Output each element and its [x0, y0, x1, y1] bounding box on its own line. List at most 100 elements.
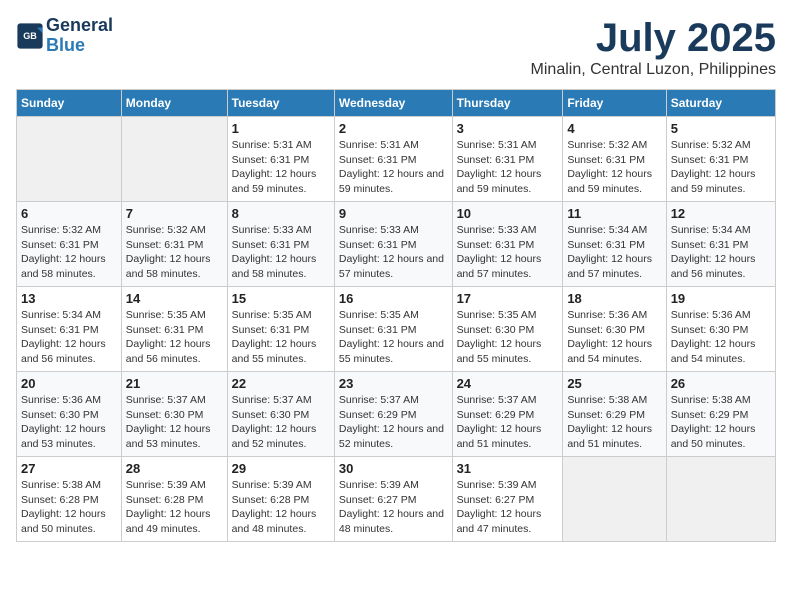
calendar-cell: 5Sunrise: 5:32 AMSunset: 6:31 PMDaylight… [666, 117, 775, 202]
day-number: 14 [126, 291, 223, 306]
day-number: 6 [21, 206, 117, 221]
logo-line2: Blue [46, 36, 113, 56]
day-number: 27 [21, 461, 117, 476]
day-number: 17 [457, 291, 559, 306]
calendar-cell: 23Sunrise: 5:37 AMSunset: 6:29 PMDayligh… [334, 372, 452, 457]
logo-line1: General [46, 16, 113, 36]
day-number: 1 [232, 121, 330, 136]
day-info: Sunrise: 5:39 AMSunset: 6:27 PMDaylight:… [457, 478, 559, 537]
calendar-cell: 1 Sunrise: 5:31 AMSunset: 6:31 PMDaylight… [227, 117, 334, 202]
calendar-cell [121, 117, 227, 202]
day-number: 5 [671, 121, 771, 136]
calendar-week-row: 13Sunrise: 5:34 AMSunset: 6:31 PMDayligh… [17, 287, 776, 372]
day-info: Sunrise: 5:32 AMSunset: 6:31 PMDaylight:… [126, 223, 223, 282]
day-info: Sunrise: 5:37 AMSunset: 6:30 PMDaylight:… [232, 393, 330, 452]
col-wednesday: Wednesday [334, 90, 452, 117]
calendar-cell: 13Sunrise: 5:34 AMSunset: 6:31 PMDayligh… [17, 287, 122, 372]
day-info: Sunrise: 5:36 AMSunset: 6:30 PMDaylight:… [21, 393, 117, 452]
day-info: Sunrise: 5:33 AMSunset: 6:31 PMDaylight:… [457, 223, 559, 282]
calendar-cell [666, 457, 775, 542]
calendar-cell: 21Sunrise: 5:37 AMSunset: 6:30 PMDayligh… [121, 372, 227, 457]
col-thursday: Thursday [452, 90, 563, 117]
calendar-cell: 31 Sunrise: 5:39 AMSunset: 6:27 PMDayligh… [452, 457, 563, 542]
day-info: Sunrise: 5:36 AMSunset: 6:30 PMDaylight:… [671, 308, 771, 367]
day-number: 2 [339, 121, 448, 136]
calendar-cell: 2 Sunrise: 5:31 AMSunset: 6:31 PMDaylight… [334, 117, 452, 202]
calendar-cell: 22Sunrise: 5:37 AMSunset: 6:30 PMDayligh… [227, 372, 334, 457]
day-number: 4 [567, 121, 661, 136]
day-number: 24 [457, 376, 559, 391]
calendar-table: Sunday Monday Tuesday Wednesday Thursday… [16, 89, 776, 542]
day-info: Sunrise: 5:35 AMSunset: 6:31 PMDaylight:… [232, 308, 330, 367]
page-header: GB General Blue July 2025 Minalin, Centr… [16, 16, 776, 79]
day-info: Sunrise: 5:35 AMSunset: 6:31 PMDaylight:… [126, 308, 223, 367]
col-sunday: Sunday [17, 90, 122, 117]
calendar-cell: 28 Sunrise: 5:39 AMSunset: 6:28 PMDayligh… [121, 457, 227, 542]
calendar-cell: 20 Sunrise: 5:36 AMSunset: 6:30 PMDayligh… [17, 372, 122, 457]
day-info: Sunrise: 5:34 AMSunset: 6:31 PMDaylight:… [567, 223, 661, 282]
day-info: Sunrise: 5:38 AMSunset: 6:28 PMDaylight:… [21, 478, 117, 537]
calendar-cell: 3 Sunrise: 5:31 AMSunset: 6:31 PMDaylight… [452, 117, 563, 202]
day-number: 18 [567, 291, 661, 306]
calendar-cell: 15 Sunrise: 5:35 AMSunset: 6:31 PMDayligh… [227, 287, 334, 372]
day-number: 8 [232, 206, 330, 221]
calendar-cell: 24Sunrise: 5:37 AMSunset: 6:29 PMDayligh… [452, 372, 563, 457]
day-number: 9 [339, 206, 448, 221]
day-number: 28 [126, 461, 223, 476]
calendar-week-row: 27 Sunrise: 5:38 AMSunset: 6:28 PMDayligh… [17, 457, 776, 542]
calendar-cell: 12Sunrise: 5:34 AMSunset: 6:31 PMDayligh… [666, 202, 775, 287]
location-title: Minalin, Central Luzon, Philippines [531, 61, 776, 79]
day-info: Sunrise: 5:35 AMSunset: 6:30 PMDaylight:… [457, 308, 559, 367]
calendar-cell: 29 Sunrise: 5:39 AMSunset: 6:28 PMDayligh… [227, 457, 334, 542]
day-info: Sunrise: 5:39 AMSunset: 6:28 PMDaylight:… [126, 478, 223, 537]
calendar-cell [17, 117, 122, 202]
calendar-cell: 18 Sunrise: 5:36 AMSunset: 6:30 PMDayligh… [563, 287, 666, 372]
calendar-cell: 14 Sunrise: 5:35 AMSunset: 6:31 PMDayligh… [121, 287, 227, 372]
title-area: July 2025 Minalin, Central Luzon, Philip… [531, 16, 776, 79]
day-number: 13 [21, 291, 117, 306]
calendar-cell [563, 457, 666, 542]
day-number: 26 [671, 376, 771, 391]
day-info: Sunrise: 5:39 AMSunset: 6:27 PMDaylight:… [339, 478, 448, 537]
day-number: 25 [567, 376, 661, 391]
day-info: Sunrise: 5:35 AMSunset: 6:31 PMDaylight:… [339, 308, 448, 367]
day-info: Sunrise: 5:39 AMSunset: 6:28 PMDaylight:… [232, 478, 330, 537]
calendar-cell: 17 Sunrise: 5:35 AMSunset: 6:30 PMDayligh… [452, 287, 563, 372]
day-number: 11 [567, 206, 661, 221]
calendar-cell: 26 Sunrise: 5:38 AMSunset: 6:29 PMDayligh… [666, 372, 775, 457]
day-info: Sunrise: 5:38 AMSunset: 6:29 PMDaylight:… [567, 393, 661, 452]
day-number: 20 [21, 376, 117, 391]
calendar-cell: 4 Sunrise: 5:32 AMSunset: 6:31 PMDaylight… [563, 117, 666, 202]
day-number: 16 [339, 291, 448, 306]
calendar-cell: 10Sunrise: 5:33 AMSunset: 6:31 PMDayligh… [452, 202, 563, 287]
logo: GB General Blue [16, 16, 113, 56]
col-monday: Monday [121, 90, 227, 117]
calendar-cell: 7Sunrise: 5:32 AMSunset: 6:31 PMDaylight… [121, 202, 227, 287]
col-saturday: Saturday [666, 90, 775, 117]
day-number: 15 [232, 291, 330, 306]
calendar-cell: 19Sunrise: 5:36 AMSunset: 6:30 PMDayligh… [666, 287, 775, 372]
calendar-week-row: 6 Sunrise: 5:32 AMSunset: 6:31 PMDaylight… [17, 202, 776, 287]
calendar-cell: 30Sunrise: 5:39 AMSunset: 6:27 PMDayligh… [334, 457, 452, 542]
day-info: Sunrise: 5:31 AMSunset: 6:31 PMDaylight:… [232, 138, 330, 197]
day-info: Sunrise: 5:31 AMSunset: 6:31 PMDaylight:… [339, 138, 448, 197]
calendar-header-row: Sunday Monday Tuesday Wednesday Thursday… [17, 90, 776, 117]
day-info: Sunrise: 5:32 AMSunset: 6:31 PMDaylight:… [567, 138, 661, 197]
day-number: 29 [232, 461, 330, 476]
calendar-cell: 27 Sunrise: 5:38 AMSunset: 6:28 PMDayligh… [17, 457, 122, 542]
month-title: July 2025 [531, 16, 776, 61]
calendar-week-row: 1 Sunrise: 5:31 AMSunset: 6:31 PMDaylight… [17, 117, 776, 202]
calendar-week-row: 20 Sunrise: 5:36 AMSunset: 6:30 PMDayligh… [17, 372, 776, 457]
day-number: 3 [457, 121, 559, 136]
calendar-cell: 16 Sunrise: 5:35 AMSunset: 6:31 PMDayligh… [334, 287, 452, 372]
day-info: Sunrise: 5:31 AMSunset: 6:31 PMDaylight:… [457, 138, 559, 197]
col-tuesday: Tuesday [227, 90, 334, 117]
day-info: Sunrise: 5:36 AMSunset: 6:30 PMDaylight:… [567, 308, 661, 367]
day-number: 31 [457, 461, 559, 476]
day-number: 23 [339, 376, 448, 391]
calendar-cell: 11 Sunrise: 5:34 AMSunset: 6:31 PMDayligh… [563, 202, 666, 287]
day-info: Sunrise: 5:32 AMSunset: 6:31 PMDaylight:… [21, 223, 117, 282]
day-info: Sunrise: 5:34 AMSunset: 6:31 PMDaylight:… [671, 223, 771, 282]
day-info: Sunrise: 5:38 AMSunset: 6:29 PMDaylight:… [671, 393, 771, 452]
calendar-cell: 25 Sunrise: 5:38 AMSunset: 6:29 PMDayligh… [563, 372, 666, 457]
